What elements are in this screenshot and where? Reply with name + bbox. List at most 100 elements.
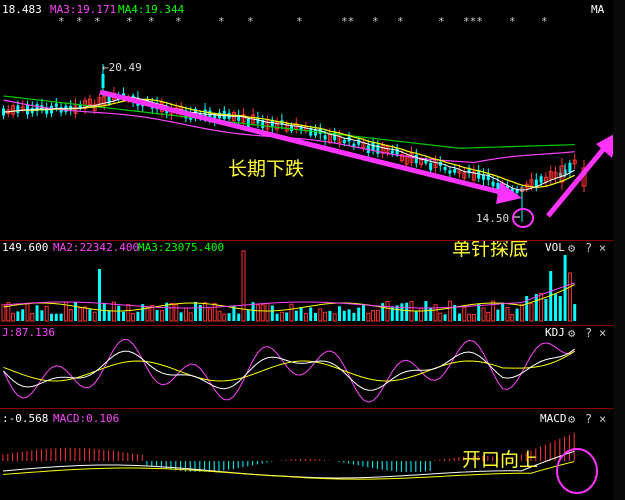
kdj-line-d	[3, 350, 575, 382]
event-marker[interactable]: *	[58, 16, 65, 28]
event-marker[interactable]: *	[148, 16, 155, 28]
close-icon[interactable]: ×	[599, 242, 606, 254]
volume-bar	[477, 304, 481, 321]
event-marker[interactable]: *	[509, 16, 516, 28]
volume-bar	[481, 307, 486, 322]
kdj-label-j: J:87.136	[2, 326, 55, 339]
volume-bar	[40, 310, 44, 321]
kdj-panel[interactable]: J:87.136 KDJ ⚙ ? ×	[0, 326, 613, 408]
volume-bar	[433, 304, 438, 322]
volume-bar	[405, 302, 409, 321]
volume-bar	[92, 311, 97, 322]
volume-bar	[400, 303, 404, 321]
volume-bar	[126, 304, 131, 322]
macd-indicator-name[interactable]: MACD	[540, 413, 567, 425]
volume-bar	[332, 313, 337, 322]
kdj-line-j	[3, 338, 575, 403]
event-marker[interactable]: *	[94, 16, 101, 28]
volume-bar	[352, 312, 356, 321]
volume-bar	[88, 309, 92, 321]
gear-icon[interactable]: ⚙	[568, 327, 575, 339]
candle-body	[256, 118, 260, 124]
event-marker[interactable]: *	[247, 16, 254, 28]
right-scrollbar[interactable]	[613, 0, 625, 500]
volume-bar	[338, 306, 341, 321]
help-icon[interactable]: ?	[585, 242, 592, 254]
event-marker[interactable]: *	[372, 16, 379, 28]
volume-bar	[107, 310, 111, 321]
volume-bar	[458, 313, 461, 321]
volume-bar	[438, 312, 443, 322]
event-marker[interactable]: *	[126, 16, 133, 28]
event-marker[interactable]: ***	[463, 16, 483, 28]
volume-panel[interactable]: 149.600 MA2:22342.400 MA3:23075.400 VOL …	[0, 241, 613, 325]
volume-bar	[467, 313, 472, 322]
event-marker[interactable]: *	[76, 16, 83, 28]
gear-icon[interactable]: ⚙	[568, 413, 575, 425]
volume-bar	[68, 308, 73, 322]
volume-bar	[117, 305, 121, 321]
candle-body	[54, 103, 58, 107]
volume-bar	[30, 313, 35, 322]
event-marker[interactable]: *	[218, 16, 225, 28]
volume-bar	[275, 313, 279, 321]
volume-bar	[159, 310, 164, 322]
volume-bar	[83, 306, 88, 322]
volume-bar	[471, 313, 476, 322]
volume-bar	[573, 304, 577, 321]
candle-body	[429, 162, 433, 171]
kdj-indicator-name[interactable]: KDJ	[545, 327, 565, 339]
volume-bar	[11, 312, 16, 322]
up-arrow-shaft	[546, 144, 608, 218]
candle-body	[443, 166, 447, 171]
close-icon[interactable]: ×	[599, 413, 606, 425]
ma-button[interactable]: MA	[591, 4, 604, 16]
volume-bar	[318, 308, 323, 322]
price-label-current: 18.483	[2, 3, 42, 16]
price-panel[interactable]: 18.483 MA3:19.171 MA4:19.344 MA * * * * * * * *…	[0, 0, 613, 240]
volume-bar	[255, 304, 260, 322]
volume-bar	[462, 306, 467, 322]
candle-body	[414, 154, 418, 164]
volume-bar	[59, 313, 63, 321]
event-marker[interactable]: *	[397, 16, 404, 28]
help-icon[interactable]: ?	[585, 413, 592, 425]
volume-bar	[486, 311, 491, 322]
volume-bar	[544, 299, 548, 321]
annotation-opening-upward: 开口向上	[462, 449, 539, 471]
event-marker[interactable]: *	[175, 16, 182, 28]
event-marker[interactable]: *	[438, 16, 445, 28]
volume-bar	[510, 314, 515, 322]
event-marker[interactable]: **	[341, 16, 354, 28]
vol-indicator-name[interactable]: VOL	[545, 242, 565, 254]
help-icon[interactable]: ?	[585, 327, 592, 339]
volume-bar	[366, 312, 371, 322]
volume-bar	[347, 309, 351, 321]
candlestick-chart	[2, 64, 613, 228]
gear-icon[interactable]: ⚙	[568, 242, 575, 254]
volume-bar	[98, 269, 101, 321]
annotation-long-decline: 长期下跌	[228, 158, 305, 180]
event-marker[interactable]: *	[541, 16, 548, 28]
vol-label-current: 149.600	[2, 241, 49, 254]
volume-bar	[183, 307, 188, 322]
volume-bar	[496, 309, 500, 321]
low-price-label: 14.50	[476, 212, 510, 225]
close-icon[interactable]: ×	[599, 327, 606, 339]
volume-bar	[203, 302, 208, 322]
volume-bar	[505, 306, 510, 322]
volume-bar	[303, 312, 308, 322]
volume-bar	[188, 312, 193, 322]
macd-panel[interactable]: :-0.568 MACD:0.106 MACD ⚙ ? × 开口向上	[0, 409, 613, 500]
candle-body	[342, 139, 346, 144]
volume-bar	[279, 311, 284, 322]
volume-bar	[54, 313, 58, 321]
event-marker[interactable]: *	[296, 16, 303, 28]
volume-bar	[260, 304, 265, 322]
macd-label-dif: :-0.568	[2, 412, 49, 425]
volume-bar	[519, 304, 524, 322]
volume-bar	[567, 272, 572, 322]
volume-bar	[74, 302, 77, 321]
volume-ma-yellow	[3, 284, 575, 312]
volume-bar	[194, 301, 197, 321]
